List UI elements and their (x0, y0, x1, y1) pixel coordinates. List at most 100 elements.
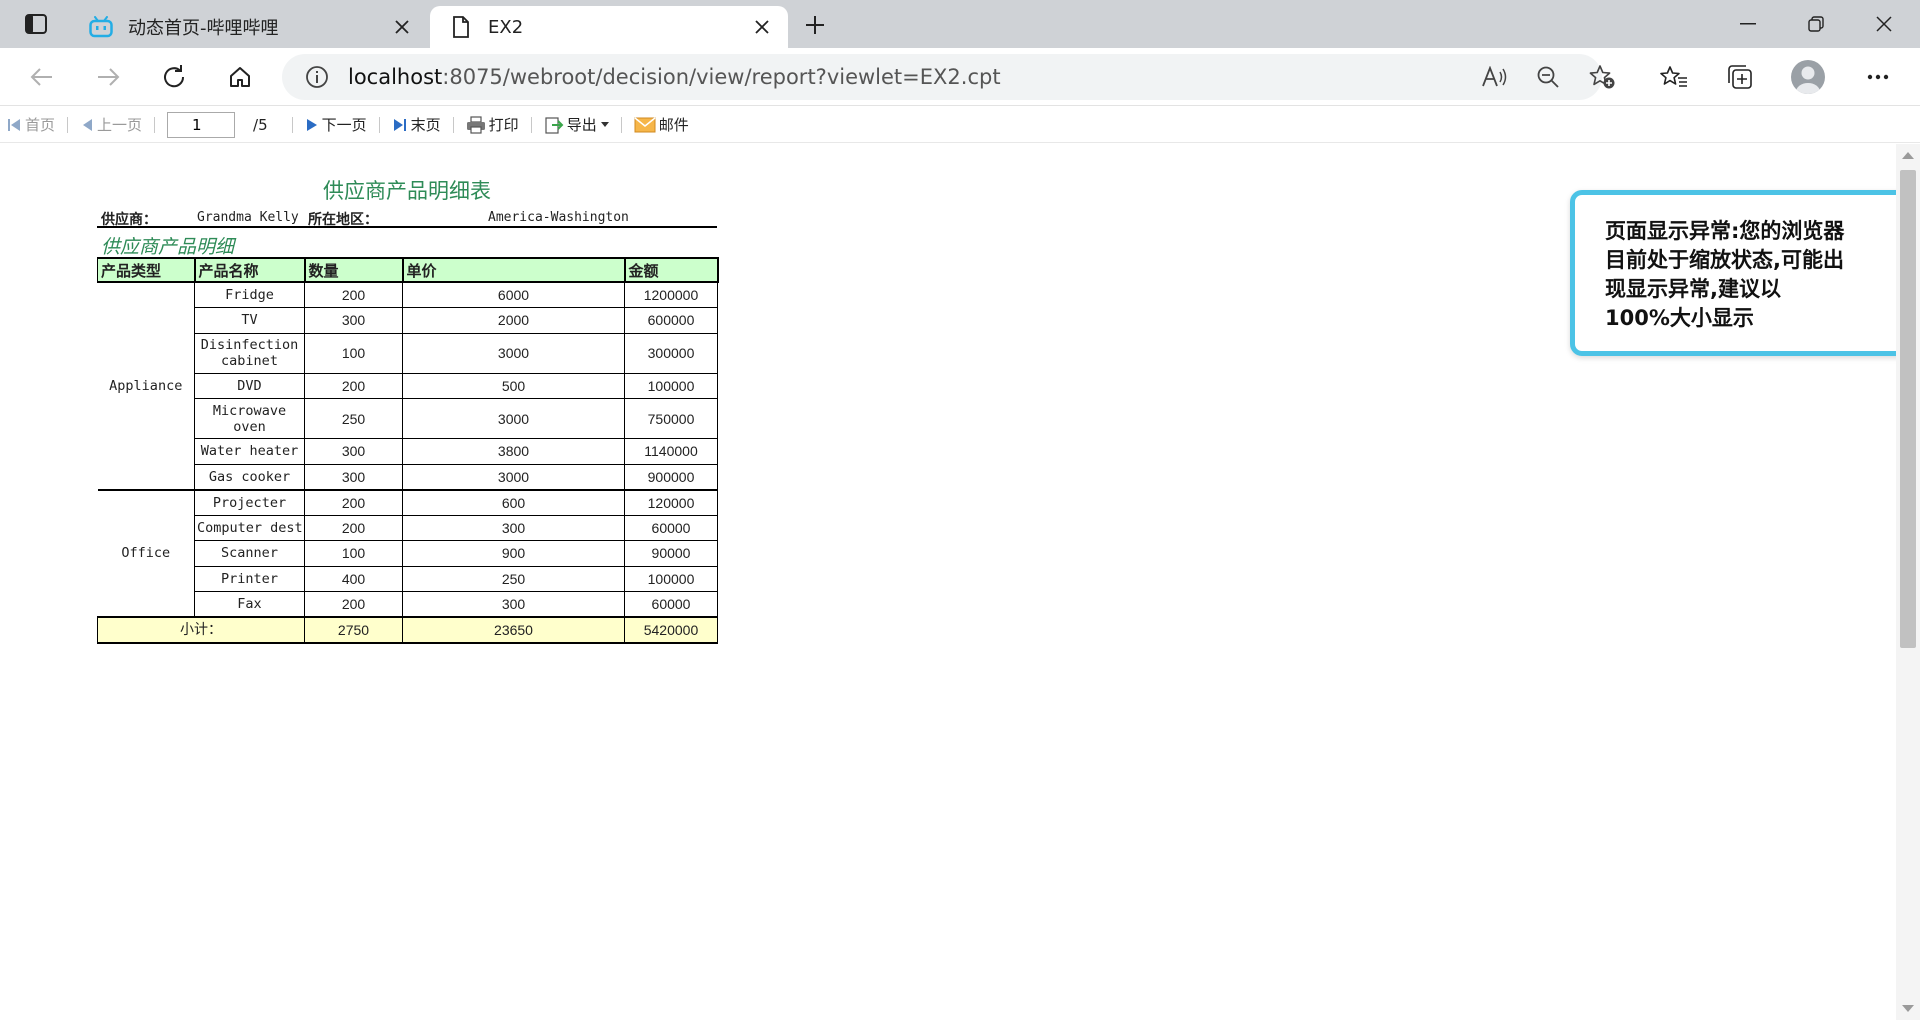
zoom-out-icon[interactable] (1528, 60, 1568, 94)
zoom-warning-popup: 页面显示异常:您的浏览器目前处于缩放状态,可能出现显示异常,建议以100%大小显… (1570, 190, 1920, 356)
tab-bilibili[interactable]: 动态首页-哔哩哔哩 (70, 6, 428, 48)
price-cell: 3800 (402, 438, 625, 465)
report-toolbar: 首页 上一页 /5 下一页 末页 打印 导出 (0, 107, 1920, 143)
print-label: 打印 (488, 116, 519, 134)
col-header-name: 产品名称 (194, 257, 306, 283)
restore-icon[interactable] (1782, 0, 1850, 48)
category-cell: Appliance (97, 281, 195, 491)
read-aloud-icon[interactable] (1474, 60, 1514, 94)
price-cell: 250 (402, 565, 625, 592)
scrollbar-thumb[interactable] (1900, 170, 1916, 648)
price-cell: 3000 (402, 463, 625, 491)
price-cell: 3000 (402, 332, 625, 374)
col-header-amount: 金额 (624, 257, 719, 283)
minimize-icon[interactable] (1714, 0, 1782, 48)
amount-cell: 100000 (624, 372, 718, 399)
product-name-cell: Fax (194, 591, 305, 618)
subtotal-price: 23650 (402, 616, 625, 644)
refresh-icon[interactable] (154, 58, 194, 96)
collections-icon[interactable] (1720, 58, 1760, 96)
subtotal-label: 小计： (97, 616, 305, 644)
amount-cell: 900000 (624, 463, 718, 491)
new-tab-plus-icon[interactable] (798, 8, 832, 42)
last-page-button[interactable]: 末页 (386, 111, 447, 139)
price-cell: 300 (402, 514, 625, 541)
close-tab-icon[interactable] (746, 11, 778, 43)
site-info-icon[interactable] (302, 62, 332, 92)
qty-cell: 300 (304, 463, 403, 491)
close-window-icon[interactable] (1850, 0, 1918, 48)
toolbar-divider (530, 116, 532, 133)
url-text: localhost:8075/webroot/decision/view/rep… (348, 65, 1001, 89)
tab-ex2[interactable]: EX2 (430, 6, 788, 48)
close-tab-icon[interactable] (386, 11, 418, 43)
tab-title: EX2 (488, 16, 524, 38)
page-number-input[interactable] (167, 111, 236, 138)
vertical-scrollbar[interactable] (1896, 144, 1920, 1020)
amount-cell: 300000 (624, 332, 718, 374)
scroll-down-arrow-icon[interactable] (1902, 1005, 1914, 1012)
mail-button[interactable]: 邮件 (628, 111, 695, 139)
qty-cell: 300 (304, 307, 403, 334)
export-button[interactable]: 导出 (538, 111, 615, 139)
zoom-warning-text: 页面显示异常:您的浏览器目前处于缩放状态,可能出现显示异常,建议以100%大小显… (1605, 219, 1845, 330)
price-cell: 3000 (402, 398, 625, 439)
qty-cell: 250 (304, 398, 403, 439)
first-page-button[interactable]: 首页 (0, 111, 61, 139)
last-page-label: 末页 (410, 116, 441, 134)
tab-strip: 动态首页-哔哩哔哩 EX2 (0, 0, 1920, 48)
subtotal-row: 小计： 2750 23650 5420000 (97, 616, 718, 644)
supplier-info-row: 供应商： Grandma Kelly 所在地区： America-Washing… (97, 208, 717, 228)
next-page-button[interactable]: 下一页 (299, 111, 373, 139)
mail-icon (634, 116, 656, 133)
dropdown-caret-icon (600, 122, 609, 127)
product-detail-table: 产品类型 产品名称 数量 单价 金额 Appliance Fridge 200 … (97, 257, 719, 644)
amount-cell: 60000 (624, 591, 718, 618)
scroll-up-arrow-icon[interactable] (1902, 152, 1914, 159)
prev-page-icon (80, 117, 94, 133)
region-label: 所在地区： (308, 212, 378, 228)
profile-avatar-icon[interactable] (1788, 58, 1828, 96)
address-bar[interactable]: localhost:8075/webroot/decision/view/rep… (282, 54, 1615, 100)
product-name-cell: TV (194, 307, 305, 334)
first-page-icon (6, 117, 22, 133)
price-cell: 500 (402, 372, 625, 399)
qty-cell: 100 (304, 540, 403, 567)
home-icon[interactable] (220, 58, 260, 96)
qty-cell: 100 (304, 332, 403, 374)
amount-cell: 1140000 (624, 438, 718, 465)
more-menu-icon[interactable] (1858, 58, 1898, 96)
mail-label: 邮件 (658, 116, 689, 134)
prev-page-button[interactable]: 上一页 (74, 111, 148, 139)
subtotal-amount: 5420000 (624, 616, 718, 644)
qty-cell: 200 (304, 591, 403, 618)
product-name-cell: Computer dest (194, 514, 305, 541)
tab-actions-icon[interactable] (18, 10, 54, 38)
product-name-cell: DVD (194, 372, 305, 399)
favorites-icon[interactable] (1654, 58, 1694, 96)
prev-page-label: 上一页 (97, 116, 143, 134)
next-page-label: 下一页 (321, 116, 367, 134)
price-cell: 300 (402, 591, 625, 618)
qty-cell: 300 (304, 438, 403, 465)
toolbar-divider (452, 116, 454, 133)
category-cell: Office (97, 489, 195, 618)
printer-icon (466, 115, 486, 134)
amount-cell: 90000 (624, 540, 718, 567)
product-name-cell: Microwave oven (194, 398, 305, 439)
tab-title: 动态首页-哔哩哔哩 (128, 18, 279, 39)
add-favorite-icon[interactable] (1582, 60, 1622, 94)
url-host: localhost (348, 65, 443, 89)
forward-arrow-icon[interactable] (88, 58, 128, 96)
amount-cell: 100000 (624, 565, 718, 592)
price-cell: 900 (402, 540, 625, 567)
back-arrow-icon[interactable] (22, 58, 62, 96)
price-cell: 600 (402, 489, 625, 516)
table-row: Appliance Fridge 200 6000 1200000 (97, 281, 718, 491)
url-path: :8075/webroot/decision/view/report?viewl… (442, 65, 1001, 89)
product-name-cell: Projecter (194, 489, 305, 516)
print-button[interactable]: 打印 (460, 111, 525, 139)
browser-toolbar: localhost:8075/webroot/decision/view/rep… (0, 48, 1920, 106)
toolbar-divider (620, 116, 622, 133)
table-header-row: 产品类型 产品名称 数量 单价 金额 (97, 257, 719, 283)
